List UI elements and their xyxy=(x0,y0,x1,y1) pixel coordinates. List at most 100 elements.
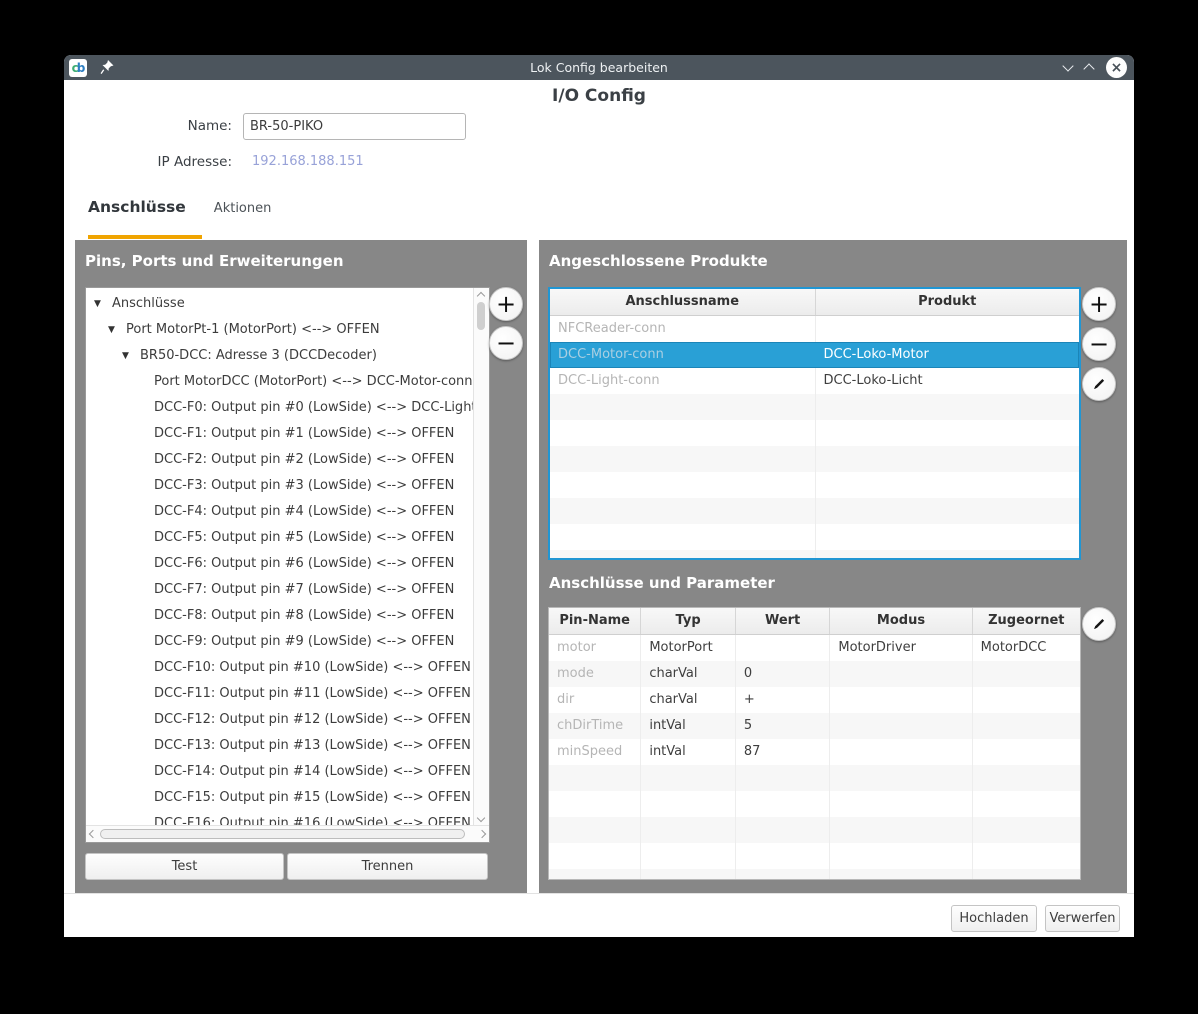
name-input[interactable] xyxy=(243,113,466,140)
tree-remove-button[interactable]: − xyxy=(489,326,523,360)
product-name-cell xyxy=(550,472,815,498)
tree-item[interactable]: DCC-F0: Output pin #0 (LowSide) <--> DCC… xyxy=(86,395,474,421)
column-produkt[interactable]: Produkt xyxy=(815,289,1080,315)
param-cell: charVal xyxy=(640,661,735,687)
ip-address-value[interactable]: 192.168.188.151 xyxy=(252,154,364,169)
tree-item[interactable]: DCC-F5: Output pin #5 (LowSide) <--> OFF… xyxy=(86,525,474,551)
column-anschlussname[interactable]: Anschlussname xyxy=(550,289,815,315)
tree-item[interactable]: DCC-F15: Output pin #15 (LowSide) <--> O… xyxy=(86,785,474,811)
tree-item[interactable]: DCC-F8: Output pin #8 (LowSide) <--> OFF… xyxy=(86,603,474,629)
column-wert[interactable]: Wert xyxy=(735,608,830,634)
product-empty-row[interactable] xyxy=(550,498,1079,524)
titlebar[interactable]: cb Lok Config bearbeiten × xyxy=(64,55,1134,80)
connections-tree[interactable]: ▼Anschlüsse▼Port MotorPt-1 (MotorPort) <… xyxy=(85,287,490,843)
product-add-button[interactable]: + xyxy=(1082,287,1116,321)
product-empty-row[interactable] xyxy=(550,446,1079,472)
minimize-button[interactable] xyxy=(1062,60,1073,71)
product-row[interactable]: NFCReader-conn xyxy=(550,316,1079,342)
param-row[interactable]: motorMotorPortMotorDriverMotorDCC xyxy=(549,635,1080,661)
tab-anschluesse[interactable]: Anschlüsse xyxy=(88,198,186,216)
product-row[interactable]: DCC-Motor-connDCC-Loko-Motor xyxy=(550,342,1079,368)
params-table[interactable]: Pin-Name Typ Wert Modus Zugeornet motorM… xyxy=(548,607,1081,880)
column-typ[interactable]: Typ xyxy=(640,608,735,634)
product-empty-row[interactable] xyxy=(550,420,1079,446)
tree-item[interactable]: DCC-F7: Output pin #7 (LowSide) <--> OFF… xyxy=(86,577,474,603)
scroll-down-icon[interactable] xyxy=(477,814,485,822)
param-row[interactable]: dircharVal+ xyxy=(549,687,1080,713)
close-button[interactable]: × xyxy=(1106,57,1127,78)
test-button[interactable]: Test xyxy=(85,853,284,880)
tree-horizontal-scrollbar[interactable] xyxy=(86,825,489,842)
tree-item[interactable]: ▼BR50-DCC: Adresse 3 (DCCDecoder) xyxy=(86,343,474,369)
tree-item[interactable]: DCC-F10: Output pin #10 (LowSide) <--> O… xyxy=(86,655,474,681)
product-product-cell: DCC-Loko-Licht xyxy=(815,368,1080,394)
product-empty-row[interactable] xyxy=(550,550,1079,560)
tree-add-button[interactable]: + xyxy=(489,287,523,321)
expand-triangle-icon[interactable]: ▼ xyxy=(122,343,140,369)
scroll-right-icon[interactable] xyxy=(478,830,486,838)
tree-item[interactable]: Port MotorDCC (MotorPort) <--> DCC-Motor… xyxy=(86,369,474,395)
tree-item[interactable]: DCC-F2: Output pin #2 (LowSide) <--> OFF… xyxy=(86,447,474,473)
param-cell xyxy=(735,765,830,791)
product-product-cell xyxy=(815,420,1080,446)
scroll-left-icon[interactable] xyxy=(89,830,97,838)
params-edit-button[interactable] xyxy=(1082,607,1116,641)
pin-icon[interactable] xyxy=(100,60,114,75)
param-cell xyxy=(972,713,1080,739)
column-pin-name[interactable]: Pin-Name xyxy=(549,608,640,634)
tab-aktionen[interactable]: Aktionen xyxy=(214,201,272,216)
product-empty-row[interactable] xyxy=(550,524,1079,550)
param-row[interactable]: minSpeedintVal87 xyxy=(549,739,1080,765)
param-row[interactable]: modecharVal0 xyxy=(549,661,1080,687)
column-modus[interactable]: Modus xyxy=(829,608,971,634)
tree-item[interactable]: ▼Anschlüsse xyxy=(86,291,474,317)
upload-button[interactable]: Hochladen xyxy=(951,905,1037,932)
page-title: I/O Config xyxy=(64,86,1134,106)
tree-item[interactable]: DCC-F3: Output pin #3 (LowSide) <--> OFF… xyxy=(86,473,474,499)
horizontal-scroll-thumb[interactable] xyxy=(100,829,465,839)
product-remove-button[interactable]: − xyxy=(1082,327,1116,361)
dialog-content: I/O Config Name: IP Adresse: 192.168.188… xyxy=(64,80,1134,937)
param-cell: mode xyxy=(549,661,640,687)
tree-item[interactable]: DCC-F14: Output pin #14 (LowSide) <--> O… xyxy=(86,759,474,785)
tree-item-label: DCC-F1: Output pin #1 (LowSide) <--> OFF… xyxy=(154,426,454,441)
tree-item[interactable]: DCC-F4: Output pin #4 (LowSide) <--> OFF… xyxy=(86,499,474,525)
param-empty-row[interactable] xyxy=(549,869,1080,880)
tree-vertical-scrollbar[interactable] xyxy=(473,288,489,826)
product-empty-row[interactable] xyxy=(550,472,1079,498)
param-empty-row[interactable] xyxy=(549,843,1080,869)
product-empty-row[interactable] xyxy=(550,394,1079,420)
window-title: Lok Config bearbeiten xyxy=(64,60,1134,75)
param-cell: MotorPort xyxy=(640,635,735,661)
discard-button[interactable]: Verwerfen xyxy=(1045,905,1120,932)
param-empty-row[interactable] xyxy=(549,765,1080,791)
disconnect-button[interactable]: Trennen xyxy=(287,853,488,880)
param-cell xyxy=(972,791,1080,817)
product-edit-button[interactable] xyxy=(1082,367,1116,401)
tree-item[interactable]: DCC-F1: Output pin #1 (LowSide) <--> OFF… xyxy=(86,421,474,447)
products-table[interactable]: Anschlussname Produkt NFCReader-connDCC-… xyxy=(548,287,1081,560)
dialog-window: cb Lok Config bearbeiten × I/O Config Na… xyxy=(64,55,1134,937)
param-empty-row[interactable] xyxy=(549,817,1080,843)
scroll-up-icon[interactable] xyxy=(477,292,485,300)
product-row[interactable]: DCC-Light-connDCC-Loko-Licht xyxy=(550,368,1079,394)
tree-item[interactable]: DCC-F6: Output pin #6 (LowSide) <--> OFF… xyxy=(86,551,474,577)
tree-item[interactable]: DCC-F12: Output pin #12 (LowSide) <--> O… xyxy=(86,707,474,733)
tab-bar: Anschlüsse Aktionen xyxy=(88,198,271,216)
expand-triangle-icon[interactable]: ▼ xyxy=(94,291,112,317)
maximize-button[interactable] xyxy=(1083,63,1094,74)
tree-item[interactable]: DCC-F13: Output pin #13 (LowSide) <--> O… xyxy=(86,733,474,759)
param-cell xyxy=(735,843,830,869)
tree-item[interactable]: DCC-F11: Output pin #11 (LowSide) <--> O… xyxy=(86,681,474,707)
tree-item[interactable]: ▼Port MotorPt-1 (MotorPort) <--> OFFEN xyxy=(86,317,474,343)
tree-item[interactable]: DCC-F9: Output pin #9 (LowSide) <--> OFF… xyxy=(86,629,474,655)
vertical-scroll-thumb[interactable] xyxy=(477,302,485,330)
tree-item-label: DCC-F11: Output pin #11 (LowSide) <--> O… xyxy=(154,686,471,701)
tree-item[interactable]: DCC-F16: Output pin #16 (LowSide) <--> O… xyxy=(86,811,474,826)
column-zugeornet[interactable]: Zugeornet xyxy=(972,608,1080,634)
expand-triangle-icon[interactable]: ▼ xyxy=(108,317,126,343)
tree-item-label: DCC-F13: Output pin #13 (LowSide) <--> O… xyxy=(154,738,471,753)
param-cell: minSpeed xyxy=(549,739,640,765)
param-row[interactable]: chDirTimeintVal5 xyxy=(549,713,1080,739)
param-empty-row[interactable] xyxy=(549,791,1080,817)
